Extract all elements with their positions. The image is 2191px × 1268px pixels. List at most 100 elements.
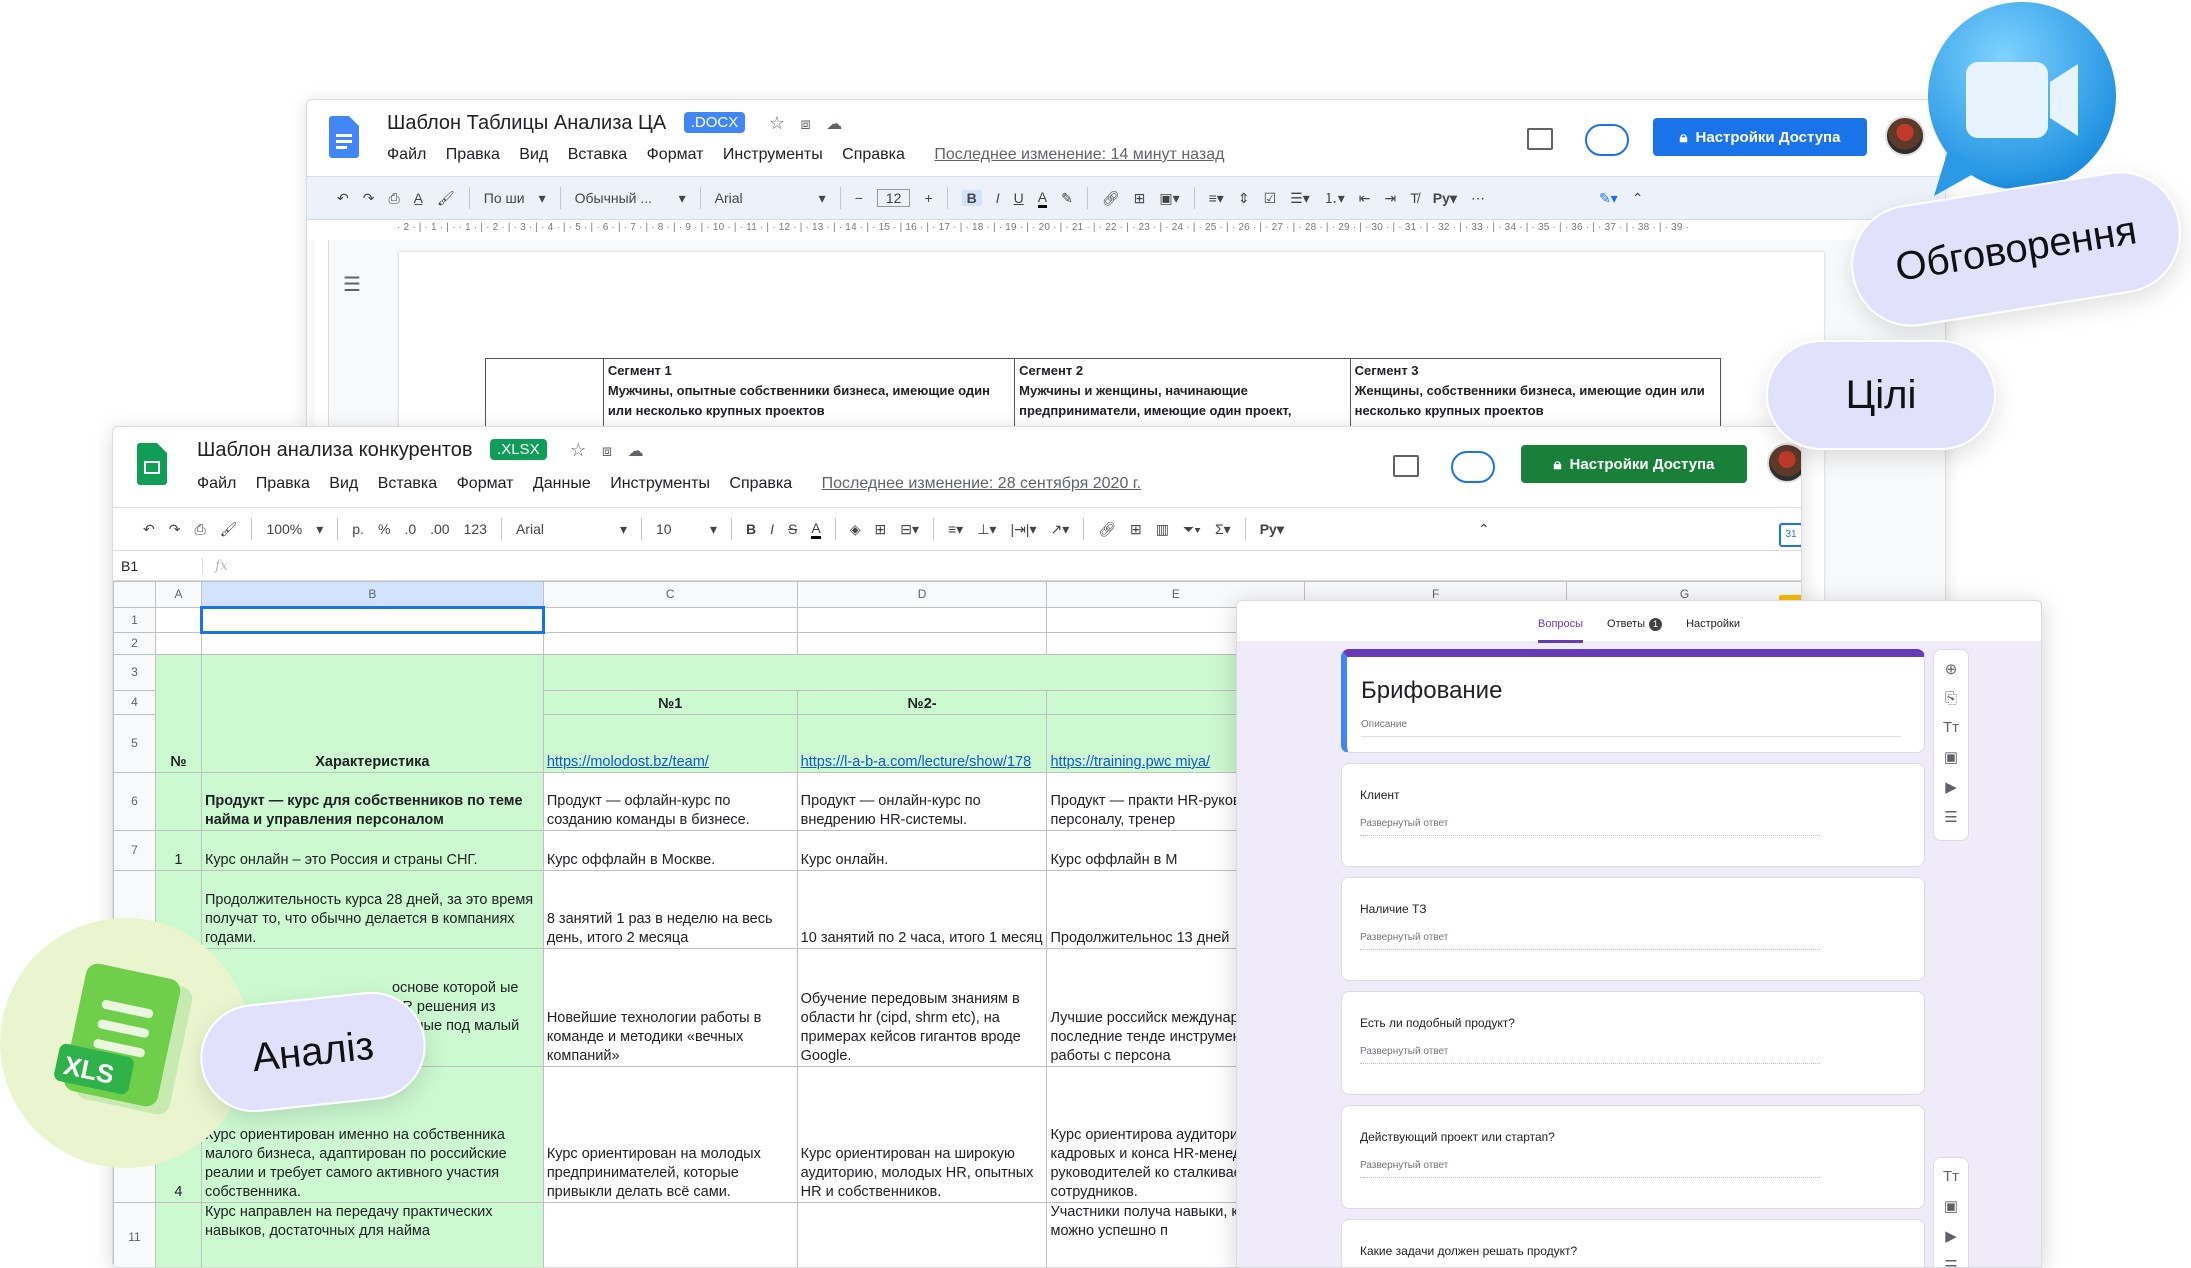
menu-format[interactable]: Формат <box>457 475 514 492</box>
line-spacing-icon[interactable]: ⇕ <box>1238 190 1250 207</box>
last-edit-link[interactable]: Последнее изменение: 14 минут назад <box>934 146 1224 163</box>
table-cell[interactable]: Курс оффлайн в Москве. <box>542 830 798 871</box>
bold-icon[interactable]: B <box>746 521 756 537</box>
highlight-icon[interactable]: ✎ <box>1061 190 1073 207</box>
google-docs-logo-icon[interactable] <box>329 116 359 158</box>
add-comment-icon[interactable]: ⊞ <box>1130 521 1142 538</box>
menu-insert[interactable]: Вставка <box>378 475 437 492</box>
menu-tools[interactable]: Инструменты <box>610 475 710 492</box>
collapse-icon[interactable]: ⌃ <box>1632 190 1644 207</box>
present-icon[interactable] <box>1451 451 1495 483</box>
import-questions-icon[interactable]: ⎘ <box>1945 690 1957 707</box>
add-title-icon[interactable]: Tт <box>1943 1168 1959 1185</box>
bold-icon[interactable]: B <box>961 190 982 206</box>
table-cell[interactable]: №1 <box>542 690 798 715</box>
menu-edit[interactable]: Правка <box>256 475 310 492</box>
menu-view[interactable]: Вид <box>329 475 358 492</box>
link-cell[interactable]: https://molodost.bz/team/ <box>542 714 798 773</box>
sheets-share-button[interactable]: 🔒︎ Настройки Доступа <box>1521 445 1747 483</box>
vertical-align-icon[interactable]: ⊥▾ <box>977 521 996 538</box>
table-cell[interactable]: № <box>154 654 202 773</box>
spellcheck-icon[interactable]: A̲ <box>414 190 423 206</box>
more-formats-select[interactable]: 123 <box>464 521 487 537</box>
functions-icon[interactable]: Σ▾ <box>1215 521 1231 538</box>
docs-title[interactable]: Шаблон Таблицы Анализа ЦА <box>387 112 666 134</box>
question-card[interactable]: Наличие ТЗ Развернутый ответ <box>1341 877 1925 981</box>
table-cell[interactable]: №2- <box>796 690 1048 715</box>
editing-mode-icon[interactable]: ✎▾ <box>1599 190 1618 207</box>
add-image-icon[interactable]: ▣ <box>1944 748 1958 766</box>
form-description[interactable]: Описание <box>1361 719 1901 737</box>
table-cell[interactable]: Продолжительность курса 28 дней, за это … <box>200 870 544 949</box>
table-cell[interactable]: Продукт — офлайн-курс по созданию команд… <box>542 772 798 831</box>
select-all-corner[interactable] <box>113 581 156 608</box>
table-cell[interactable] <box>542 607 798 633</box>
table-cell[interactable]: Характеристика <box>200 654 544 773</box>
menu-file[interactable]: Файл <box>197 475 236 492</box>
fill-color-icon[interactable]: ◈ <box>850 521 861 538</box>
zoom-select[interactable]: По ши <box>484 190 525 206</box>
insert-chart-icon[interactable]: ▥ <box>1156 521 1169 538</box>
checklist-icon[interactable]: ☑ <box>1264 190 1277 207</box>
column-header[interactable]: C <box>542 581 798 608</box>
last-edit-link[interactable]: Последнее изменение: 28 сентября 2020 г. <box>822 475 1142 492</box>
menu-file[interactable]: Файл <box>387 146 426 163</box>
row-header[interactable]: 7 <box>113 830 156 871</box>
menu-data[interactable]: Данные <box>533 475 591 492</box>
decrease-indent-icon[interactable]: ⇤ <box>1359 190 1371 207</box>
table-cell[interactable]: 1 <box>154 830 202 871</box>
tab-settings[interactable]: Настройки <box>1686 618 1740 641</box>
question-card[interactable]: Какие задачи должен решать продукт? <box>1341 1219 1925 1267</box>
table-cell[interactable]: Сра <box>542 654 1306 691</box>
star-icon[interactable]: ☆ <box>570 440 586 460</box>
formula-input[interactable] <box>228 551 1801 580</box>
table-cell[interactable]: 8 занятий 1 раз в неделю на весь день, и… <box>542 870 798 949</box>
table-cell[interactable] <box>154 772 202 831</box>
table-cell[interactable]: Курс ориентирован на молодых предпринима… <box>542 1066 798 1203</box>
table-cell[interactable] <box>542 632 798 655</box>
insert-image-icon[interactable]: ▣▾ <box>1159 190 1179 207</box>
comments-icon[interactable] <box>1527 128 1553 150</box>
row-header[interactable]: 1 <box>113 607 156 633</box>
column-header[interactable]: A <box>154 581 202 608</box>
table-cell[interactable] <box>542 1202 798 1267</box>
bulleted-list-icon[interactable]: ☰▾ <box>1290 190 1310 207</box>
avatar[interactable] <box>1767 443 1801 483</box>
table-cell[interactable]: Курс онлайн – это Россия и страны СНГ. <box>200 830 544 871</box>
underline-icon[interactable]: U <box>1014 190 1024 206</box>
question-card[interactable]: Есть ли подобный продукт? Развернутый от… <box>1341 991 1925 1095</box>
menu-edit[interactable]: Правка <box>446 146 500 163</box>
table-cell[interactable] <box>796 632 1048 655</box>
italic-icon[interactable]: I <box>770 521 774 537</box>
table-cell[interactable] <box>154 607 202 633</box>
table-cell[interactable] <box>154 632 202 655</box>
answer-field[interactable]: Развернутый ответ <box>1360 1046 1820 1064</box>
input-tools-icon[interactable]: Рy▾ <box>1433 190 1457 207</box>
table-cell[interactable]: Продукт — курс для собственников по теме… <box>200 772 544 831</box>
font-size-input[interactable]: 12 <box>876 189 911 207</box>
answer-field[interactable]: Развернутый ответ <box>1360 818 1820 836</box>
table-cell[interactable] <box>796 1202 1048 1267</box>
tab-questions[interactable]: Вопросы <box>1537 618 1584 643</box>
decrease-decimal-button[interactable]: .0 <box>404 521 416 537</box>
move-folder-icon[interactable]: ⧈ <box>801 116 811 133</box>
move-folder-icon[interactable]: ⧈ <box>602 443 612 460</box>
print-icon[interactable]: ⎙ <box>388 190 399 207</box>
row-header[interactable]: 6 <box>113 772 156 831</box>
add-video-icon[interactable]: ▶ <box>1945 1227 1957 1245</box>
increase-size-icon[interactable]: + <box>924 190 932 206</box>
table-cell[interactable]: 10 занятий по 2 часа, итого 1 месяц <box>796 870 1048 949</box>
column-header[interactable]: D <box>796 581 1048 608</box>
add-comment-icon[interactable]: ⊞ <box>1134 190 1146 207</box>
row-header[interactable]: 11 <box>113 1202 156 1267</box>
menu-view[interactable]: Вид <box>519 146 548 163</box>
table-cell[interactable]: Новейшие технологии работы в команде и м… <box>542 948 798 1067</box>
row-header[interactable]: 5 <box>113 714 156 773</box>
present-icon[interactable] <box>1585 124 1629 156</box>
text-color-icon[interactable]: A <box>1037 189 1048 208</box>
undo-icon[interactable]: ↶ <box>143 521 155 538</box>
strikethrough-icon[interactable]: S <box>788 521 797 537</box>
docs-share-button[interactable]: 🔒︎ Настройки Доступа <box>1653 118 1867 156</box>
add-video-icon[interactable]: ▶ <box>1945 778 1957 796</box>
menu-help[interactable]: Справка <box>842 146 905 163</box>
